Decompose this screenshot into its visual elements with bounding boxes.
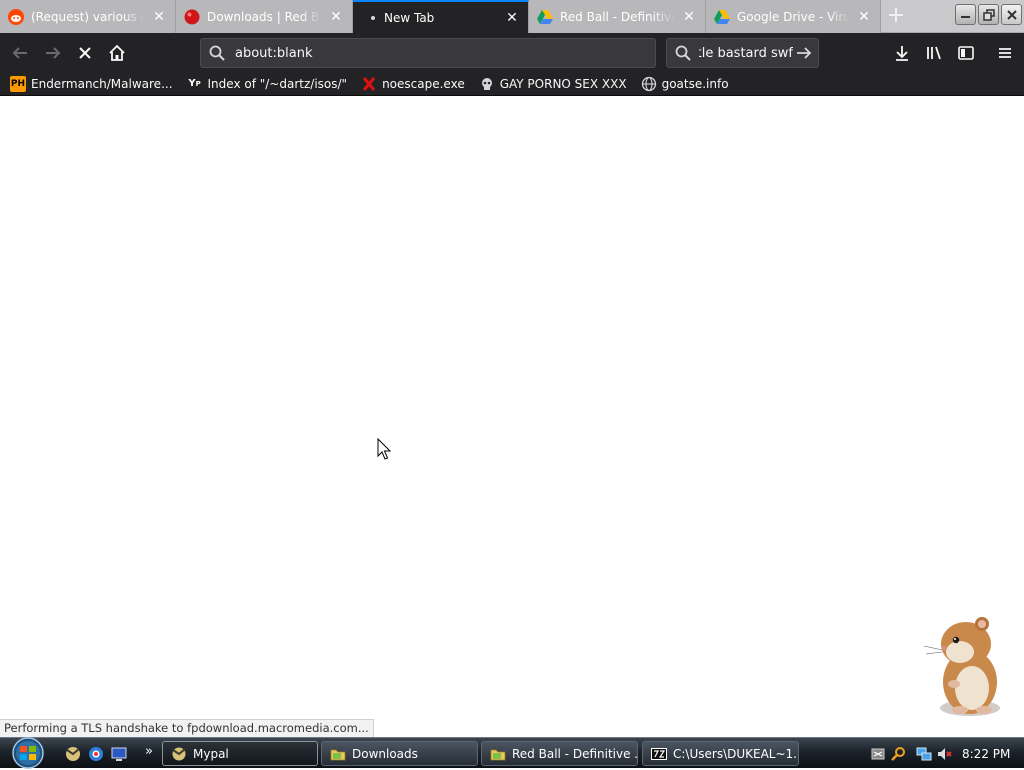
search-bar[interactable] (666, 38, 819, 68)
loading-dot-icon (361, 10, 377, 26)
taskbar-clock[interactable]: 8:22 PM (962, 747, 1010, 761)
mouse-cursor-icon (377, 438, 392, 460)
status-panel: Performing a TLS handshake to fpdownload… (0, 719, 374, 737)
network-icon[interactable] (916, 746, 932, 762)
close-window-button[interactable] (1001, 4, 1022, 25)
tab-close-icon[interactable]: ✕ (854, 9, 874, 25)
tab-new-tab[interactable]: New Tab ✕ (353, 0, 529, 33)
quicklaunch-show-desktop-icon[interactable] (110, 745, 128, 763)
downloads-button[interactable] (888, 39, 916, 67)
forward-button[interactable] (39, 39, 67, 67)
bookmark-label: Index of "/~dartz/isos/" (207, 76, 348, 91)
red-ball-icon (184, 9, 200, 25)
tab-title: (Request) various Adobe (31, 9, 145, 24)
taskbar-window-7zip[interactable]: C:\Users\DUKEAL~1... (642, 741, 799, 766)
folder-icon (330, 749, 346, 760)
home-button[interactable] (103, 39, 131, 67)
minimize-icon (961, 16, 970, 18)
new-tab-button[interactable]: + (882, 4, 910, 30)
restore-icon (982, 8, 995, 21)
stop-icon (79, 47, 91, 59)
7zip-icon (651, 747, 667, 760)
bookmark-gay-porno[interactable]: GAY PORNO SEX XXX (479, 76, 627, 92)
tab-close-icon[interactable]: ✕ (502, 10, 522, 26)
tray-search-icon[interactable] (890, 746, 906, 762)
hamster-desktop-pet-icon[interactable] (920, 614, 1010, 720)
google-drive-icon (714, 9, 730, 25)
taskbar-window-downloads[interactable]: Downloads (321, 741, 478, 766)
quicklaunch-mypal-icon[interactable] (64, 745, 82, 763)
taskbar-window-red-ball[interactable]: Red Ball - Definitive ... (481, 741, 638, 766)
x-icon (361, 76, 377, 92)
bookmark-noescape[interactable]: noescape.exe (361, 76, 465, 92)
sidebar-button[interactable] (952, 39, 980, 67)
navigation-toolbar (0, 33, 1024, 72)
search-input[interactable] (699, 45, 793, 61)
folder-icon (490, 749, 506, 760)
system-tray: 8:22 PM (866, 738, 1024, 769)
mypal-icon (172, 747, 186, 760)
pornhub-icon: PH (10, 75, 26, 92)
tab-downloads-red-ball[interactable]: Downloads | Red Ball ✕ (176, 0, 353, 33)
bookmark-index-dartz[interactable]: YP Index of "/~dartz/isos/" (187, 76, 348, 92)
menu-button[interactable] (991, 39, 1019, 67)
taskbar-window-label: Red Ball - Definitive ... (512, 746, 638, 761)
bookmark-label: Endermanch/Malware... (31, 76, 173, 91)
taskbar-window-mypal[interactable]: Mypal (162, 741, 318, 766)
go-arrow-icon[interactable] (795, 45, 813, 61)
volume-muted-icon[interactable] (936, 746, 952, 762)
globe-icon (641, 76, 657, 92)
tab-title: Google Drive - Virus scan (737, 9, 850, 24)
taskbar-window-label: Mypal (193, 746, 229, 761)
tab-close-icon[interactable]: ✕ (679, 9, 699, 25)
bookmark-label: GAY PORNO SEX XXX (499, 76, 627, 91)
tab-title: New Tab (384, 10, 435, 25)
library-icon (927, 46, 941, 60)
skull-icon (479, 76, 495, 92)
tray-app-icon[interactable] (870, 746, 886, 762)
minimize-button[interactable] (955, 4, 976, 25)
bookmark-label: goatse.info (661, 76, 729, 91)
quicklaunch-browser-icon[interactable] (87, 745, 105, 763)
back-arrow-icon (12, 47, 27, 59)
sidebar-icon (958, 46, 974, 60)
tab-close-icon[interactable]: ✕ (326, 9, 346, 25)
google-drive-icon (537, 9, 553, 25)
yp-icon: YP (188, 78, 201, 89)
download-arrow-icon (896, 46, 908, 61)
start-orb-icon[interactable] (8, 736, 48, 770)
url-bar[interactable] (200, 38, 656, 68)
close-icon (1006, 9, 1017, 20)
page-content[interactable] (0, 96, 1024, 737)
library-button[interactable] (920, 39, 948, 67)
home-icon (109, 44, 125, 61)
stop-button[interactable] (71, 39, 99, 67)
quicklaunch-overflow-button[interactable]: » (140, 742, 158, 760)
tab-title: Red Ball - Definitive Edition (560, 9, 675, 24)
tab-title: Downloads | Red Ball (207, 9, 322, 24)
tab-strip: (Request) various Adobe ✕ Downloads | Re… (0, 0, 1024, 33)
taskbar-window-label: C:\Users\DUKEAL~1... (673, 746, 799, 761)
bookmark-goatse[interactable]: goatse.info (641, 76, 729, 92)
bookmark-label: noescape.exe (382, 76, 465, 91)
taskbar-window-label: Downloads (352, 746, 418, 761)
restore-button[interactable] (978, 4, 999, 25)
tab-red-ball-definitive[interactable]: Red Ball - Definitive Edition ✕ (529, 0, 706, 33)
tab-close-icon[interactable]: ✕ (149, 9, 169, 25)
search-icon (675, 45, 691, 61)
back-button[interactable] (6, 39, 34, 67)
url-input[interactable] (235, 45, 635, 61)
tab-google-drive[interactable]: Google Drive - Virus scan ✕ (706, 0, 881, 33)
search-icon (209, 45, 225, 61)
tab-request-adobe[interactable]: (Request) various Adobe ✕ (0, 0, 176, 33)
bookmarks-toolbar: PH Endermanch/Malware... YP Index of "/~… (0, 72, 1024, 96)
forward-arrow-icon (46, 47, 61, 59)
reddit-icon (8, 8, 24, 25)
windows-taskbar: » Mypal Downloads Red Ball - Definitive … (0, 736, 1024, 770)
bookmark-endermanch[interactable]: PH Endermanch/Malware... (10, 75, 173, 92)
hamburger-menu-icon (999, 48, 1011, 58)
